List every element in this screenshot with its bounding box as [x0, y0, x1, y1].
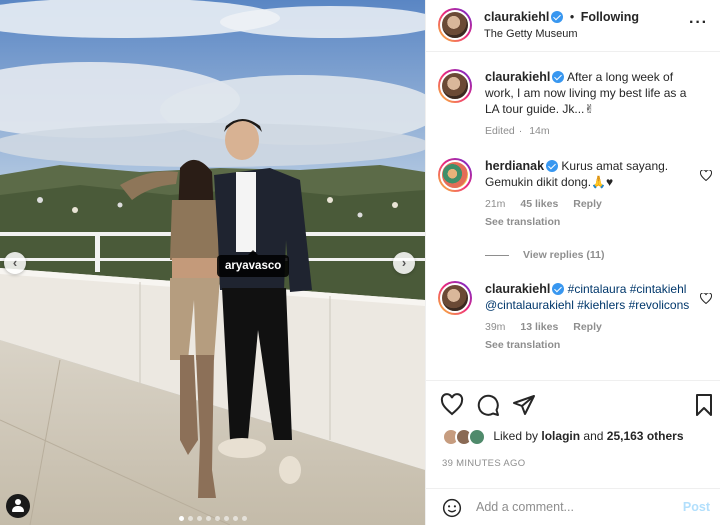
verified-icon [552, 283, 565, 295]
verified-icon [552, 71, 565, 83]
emoji-icon[interactable] [442, 498, 462, 518]
comments-list[interactable]: claurakiehl After a long week of work, I… [426, 53, 720, 380]
carousel-dot [232, 516, 238, 521]
carousel-dot [196, 516, 202, 521]
comment-likes[interactable]: 45 likes [520, 198, 558, 210]
post-header: claurakiehl • Following The Getty Museum… [426, 0, 720, 52]
comment-username[interactable]: claurakiehl [485, 282, 550, 296]
comment-time: 39m [485, 321, 506, 333]
more-horizontal-icon[interactable]: ··· [689, 14, 708, 32]
post-panel: claurakiehl • Following The Getty Museum… [425, 0, 720, 525]
liked-by-and: and [583, 429, 604, 444]
avatar[interactable] [438, 8, 472, 42]
carousel-dots [0, 510, 425, 524]
comment-input[interactable] [476, 497, 666, 517]
header-user: claurakiehl • Following [484, 10, 639, 24]
carousel-dot [241, 516, 247, 521]
comment-meta: 39m 13 likes Reply [485, 319, 698, 335]
add-comment-bar: Post [426, 488, 720, 525]
heart-icon[interactable] [700, 170, 712, 181]
share-icon[interactable] [512, 393, 536, 417]
heart-icon[interactable] [700, 293, 712, 304]
liked-by-prefix: Liked by [493, 429, 539, 444]
chevron-right-icon[interactable]: › [393, 252, 415, 274]
see-translation-button[interactable]: See translation [485, 214, 698, 230]
separator-dot: • [569, 10, 575, 24]
carousel-dot [178, 516, 184, 521]
likes-summary: Liked by lolagin and 25,163 others [442, 428, 720, 448]
view-replies-button[interactable]: View replies (11) [485, 249, 605, 261]
avatar[interactable] [438, 158, 472, 192]
caption-meta: Edited · 14m [485, 125, 550, 137]
likes-count[interactable]: 25,163 others [607, 429, 684, 443]
comment-likes[interactable]: 13 likes [520, 321, 558, 333]
verified-icon [551, 11, 564, 23]
liker-avatars [442, 428, 486, 446]
carousel-dot [205, 516, 211, 521]
photo-scene [0, 0, 425, 525]
location-link[interactable]: The Getty Museum [484, 28, 578, 40]
comment-username[interactable]: herdianak [485, 159, 544, 173]
liked-by-user[interactable]: lolagin [541, 429, 580, 443]
reply-button[interactable]: Reply [573, 198, 602, 210]
post-photo[interactable]: aryavasco ‹ › [0, 0, 425, 525]
action-bar [426, 380, 720, 426]
comment-meta: 21m 45 likes Reply [485, 196, 698, 212]
chevron-left-icon[interactable]: ‹ [4, 252, 26, 274]
bookmark-icon[interactable] [692, 393, 716, 417]
carousel-dot [187, 516, 193, 521]
verified-icon [546, 160, 559, 172]
comment-icon[interactable] [476, 393, 500, 417]
carousel-dot [223, 516, 229, 521]
see-translation-button[interactable]: See translation [485, 337, 698, 353]
comment-time: 21m [485, 198, 506, 210]
caption-time: 14m [529, 125, 550, 137]
user-tags-icon[interactable] [6, 494, 30, 518]
avatar[interactable] [438, 281, 472, 315]
header-username[interactable]: claurakiehl [484, 10, 549, 24]
avatar[interactable] [438, 69, 472, 103]
user-tag-label[interactable]: aryavasco [217, 250, 290, 277]
heart-icon[interactable] [440, 393, 464, 417]
caption-username[interactable]: claurakiehl [485, 70, 550, 84]
post-button[interactable]: Post [683, 500, 710, 514]
reply-button[interactable]: Reply [573, 321, 602, 333]
post-timestamp[interactable]: 39 MINUTES AGO [442, 458, 525, 469]
edited-label: Edited [485, 125, 515, 137]
following-button[interactable]: Following [581, 10, 639, 24]
carousel-dot [214, 516, 220, 521]
